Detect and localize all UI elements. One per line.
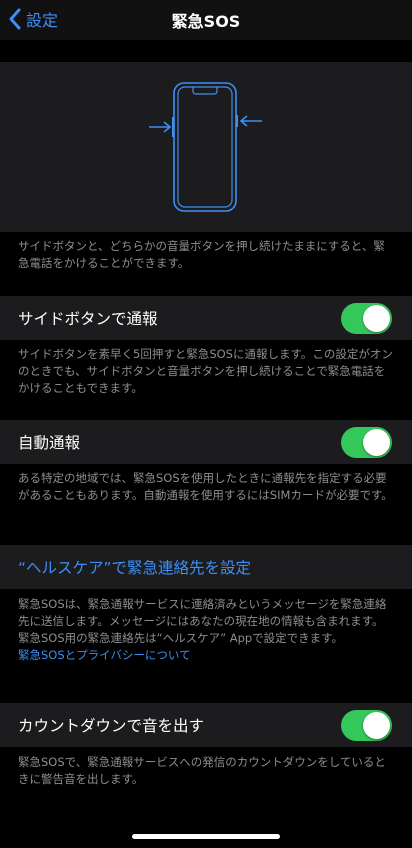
auto-call-description: ある特定の地域では、緊急SOSを使用したときに通報先を指定する必要があることもあ… (18, 471, 393, 502)
toggle-knob (363, 429, 390, 456)
countdown-sound-description: 緊急SOSで、緊急通報サービスへの発信のカウントダウンをしているときに警告音を出… (18, 755, 386, 786)
countdown-sound-toggle[interactable] (341, 710, 392, 741)
health-contacts-row[interactable]: “ヘルスケア”で緊急連絡先を設定 (0, 545, 412, 589)
emergency-contacts-text: 緊急SOSは、緊急通報サービスに連絡済みというメッセージを緊急連絡先に送信します… (18, 597, 387, 645)
privacy-link[interactable]: 緊急SOSとプライバシーについて (18, 648, 191, 662)
toggle-knob (363, 712, 390, 739)
countdown-sound-row: カウントダウンで音を出す (0, 703, 412, 747)
health-contacts-description: 緊急SOSは、緊急通報サービスに連絡済みというメッセージを緊急連絡先に送信します… (18, 596, 394, 664)
countdown-sound-label: カウントダウンで音を出す (18, 717, 205, 735)
health-contacts-link[interactable]: “ヘルスケア”で緊急連絡先を設定 (18, 556, 251, 578)
hero-description: サイドボタンと、どちらかの音量ボタンを押し続けたままにすると、緊急電話をかけるこ… (18, 239, 385, 270)
page-title: 緊急SOS (171, 12, 241, 31)
auto-call-row: 自動通報 (0, 420, 412, 464)
auto-call-label: 自動通報 (18, 434, 81, 452)
auto-call-toggle[interactable] (341, 427, 392, 458)
sos-illustration (0, 62, 412, 232)
side-button-call-row: サイドボタンで通報 (0, 296, 412, 340)
home-indicator[interactable] (132, 834, 280, 839)
toggle-knob (363, 305, 390, 332)
side-button-call-label: サイドボタンで通報 (18, 310, 158, 328)
phone-buttons-illustration (149, 82, 262, 212)
side-button-call-toggle[interactable] (341, 303, 392, 334)
side-button-call-description: サイドボタンを素早く5回押すと緊急SOSに通報します。この設定がオンのときでも、… (18, 347, 393, 395)
navigation-bar: 設定 緊急SOS (0, 0, 412, 40)
